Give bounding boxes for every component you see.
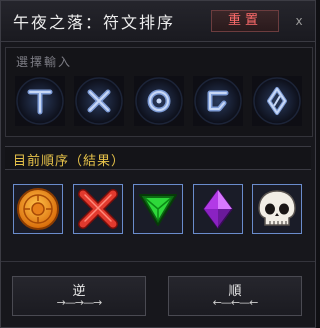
rune-x-icon — [75, 77, 123, 125]
order-slot-5[interactable] — [252, 184, 302, 234]
reset-button[interactable]: 重置 — [211, 10, 279, 32]
reverse-button[interactable]: 逆 →—→—→ — [12, 276, 146, 316]
order-slot-4[interactable] — [193, 184, 243, 234]
rune-slot-2[interactable] — [74, 76, 124, 126]
rune-slot-5[interactable] — [252, 76, 302, 126]
title-bar: 午夜之落：符文排序 重置 x — [1, 1, 315, 42]
divider — [1, 261, 315, 262]
order-section-label: 目前順序（結果） — [13, 154, 126, 169]
orange-coin-icon — [17, 188, 59, 230]
order-slot-1[interactable] — [13, 184, 63, 234]
rune-circle-icon — [135, 77, 183, 125]
panel-title: 午夜之落：符文排序 — [13, 13, 176, 32]
green-triangle-icon — [139, 194, 177, 226]
rune-slot-4[interactable] — [193, 76, 243, 126]
skull-icon — [258, 190, 296, 226]
input-section-label: 選擇輸入 — [16, 55, 73, 69]
rune-hook-icon — [194, 77, 242, 125]
input-section: 選擇輸入 — [5, 47, 313, 137]
order-section-header: 目前順序（結果） — [5, 146, 311, 170]
rune-order-panel: 午夜之落：符文排序 重置 x 選擇輸入 目前順序（結果） 逆 →—→—→ 順 ←… — [0, 0, 316, 328]
purple-gem-icon — [203, 188, 233, 230]
right-arrows-icon: →—→—→ — [56, 296, 103, 309]
left-arrows-icon: ←—←—← — [212, 296, 259, 309]
close-button[interactable]: x — [292, 13, 306, 29]
red-x-icon — [78, 189, 118, 229]
order-slot-2[interactable] — [73, 184, 123, 234]
forward-button[interactable]: 順 ←—←—← — [168, 276, 302, 316]
rune-slot-3[interactable] — [134, 76, 184, 126]
rune-slot-1[interactable] — [15, 76, 65, 126]
rune-diamond-icon — [253, 77, 301, 125]
rune-t-icon — [16, 77, 64, 125]
order-slot-3[interactable] — [133, 184, 183, 234]
